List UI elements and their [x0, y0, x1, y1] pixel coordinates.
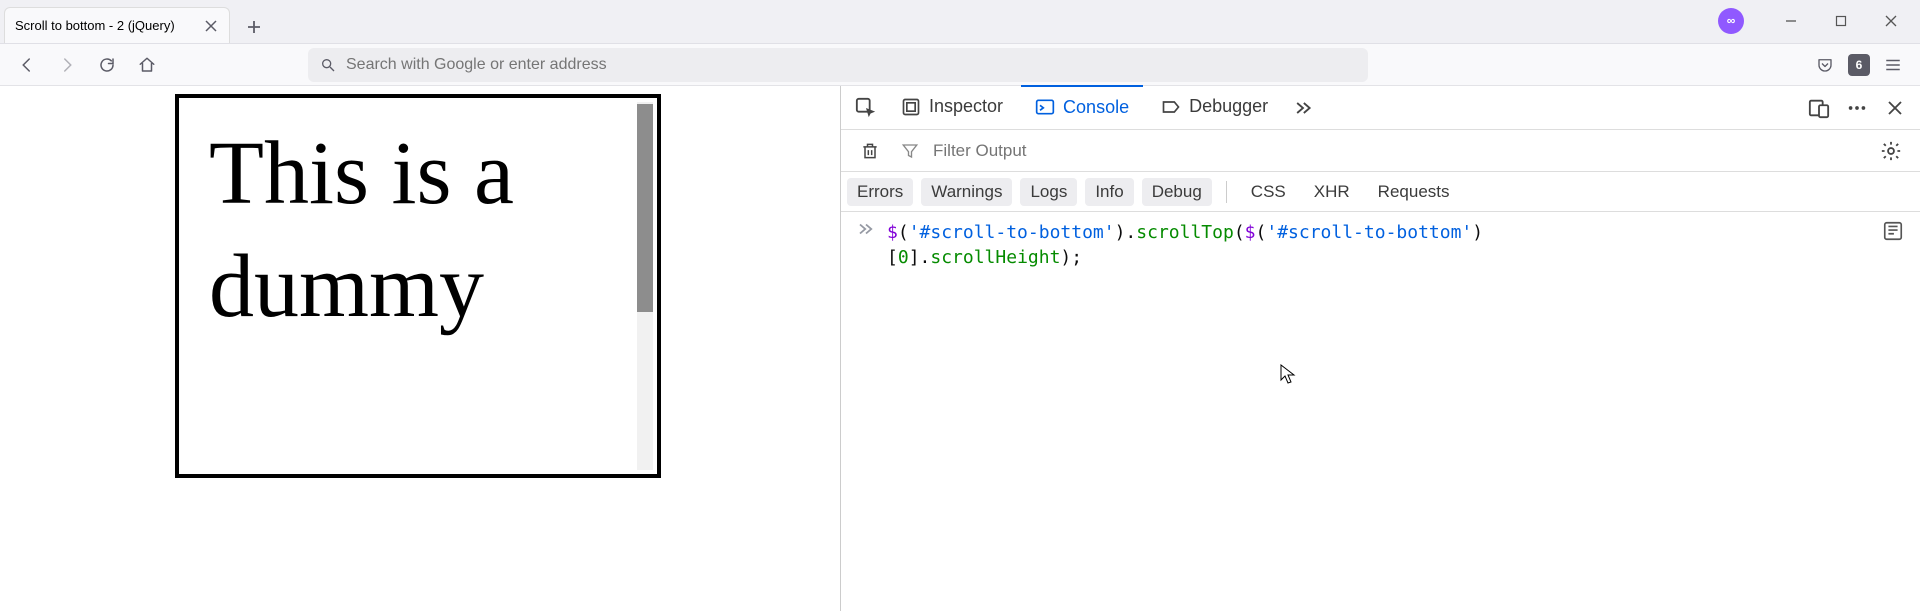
- mouse-cursor-icon: [1280, 364, 1296, 384]
- search-icon: [320, 57, 336, 73]
- cat-errors[interactable]: Errors: [847, 178, 913, 206]
- nav-toolbar: 6: [0, 44, 1920, 86]
- run-history-icon[interactable]: [1882, 220, 1906, 244]
- tab-debugger[interactable]: Debugger: [1147, 86, 1282, 130]
- devtools-panel: Inspector Console Debugger: [840, 86, 1920, 611]
- content-area: This is a dummy Inspector Console Debugg…: [0, 86, 1920, 611]
- page-viewport: This is a dummy: [0, 86, 840, 611]
- home-button[interactable]: [130, 48, 164, 82]
- console-body: $('#scroll-to-bottom').scrollTop($('#scr…: [841, 212, 1920, 611]
- console-categories: Errors Warnings Logs Info Debug CSS XHR …: [841, 172, 1920, 212]
- element-picker-icon[interactable]: [849, 91, 883, 125]
- maximize-button[interactable]: [1818, 4, 1864, 38]
- cat-warnings[interactable]: Warnings: [921, 178, 1012, 206]
- tab-inspector-label: Inspector: [929, 96, 1003, 117]
- close-icon[interactable]: [203, 18, 219, 34]
- window-controls: ∞: [1718, 0, 1920, 43]
- reload-button[interactable]: [90, 48, 124, 82]
- minimize-button[interactable]: [1768, 4, 1814, 38]
- tab-strip: Scroll to bottom - 2 (jQuery) ∞: [0, 0, 1920, 44]
- close-devtools-icon[interactable]: [1878, 91, 1912, 125]
- trash-icon[interactable]: [853, 134, 887, 168]
- tab-debugger-label: Debugger: [1189, 96, 1268, 117]
- svg-text:∞: ∞: [1727, 13, 1736, 27]
- tab-console-label: Console: [1063, 97, 1129, 118]
- browser-tab[interactable]: Scroll to bottom - 2 (jQuery): [4, 7, 230, 43]
- back-button[interactable]: [10, 48, 44, 82]
- cat-info[interactable]: Info: [1085, 178, 1133, 206]
- cat-logs[interactable]: Logs: [1020, 178, 1077, 206]
- settings-gear-icon[interactable]: [1874, 134, 1908, 168]
- console-prompt-icon: [855, 220, 877, 238]
- address-bar[interactable]: [308, 48, 1368, 82]
- console-input-line[interactable]: $('#scroll-to-bottom').scrollTop($('#scr…: [855, 220, 1906, 270]
- cat-css[interactable]: CSS: [1241, 178, 1296, 206]
- scroll-box-text: This is a dummy: [209, 124, 514, 336]
- close-window-button[interactable]: [1868, 4, 1914, 38]
- divider: [1226, 181, 1227, 203]
- address-input[interactable]: [346, 56, 1356, 74]
- cat-requests[interactable]: Requests: [1368, 178, 1460, 206]
- cat-xhr[interactable]: XHR: [1304, 178, 1360, 206]
- tab-console[interactable]: Console: [1021, 85, 1143, 129]
- overflow-tabs-icon[interactable]: [1286, 91, 1320, 125]
- filter-output-input[interactable]: [933, 141, 1860, 161]
- tab-title: Scroll to bottom - 2 (jQuery): [15, 18, 175, 33]
- cat-debug[interactable]: Debug: [1142, 178, 1212, 206]
- scrollbar-thumb[interactable]: [637, 104, 653, 312]
- console-filterbar: [841, 130, 1920, 172]
- more-options-icon[interactable]: [1840, 91, 1874, 125]
- console-code[interactable]: $('#scroll-to-bottom').scrollTop($('#scr…: [887, 220, 1483, 270]
- profile-avatar-icon[interactable]: ∞: [1718, 8, 1744, 34]
- funnel-icon: [901, 142, 919, 160]
- forward-button[interactable]: [50, 48, 84, 82]
- new-tab-button[interactable]: [238, 11, 270, 43]
- devtools-tabs: Inspector Console Debugger: [841, 86, 1920, 130]
- pocket-icon[interactable]: [1808, 48, 1842, 82]
- hamburger-menu-icon[interactable]: [1876, 48, 1910, 82]
- notification-counter[interactable]: 6: [1848, 54, 1870, 76]
- responsive-mode-icon[interactable]: [1802, 91, 1836, 125]
- tab-inspector[interactable]: Inspector: [887, 86, 1017, 130]
- scroll-box[interactable]: This is a dummy: [175, 94, 661, 478]
